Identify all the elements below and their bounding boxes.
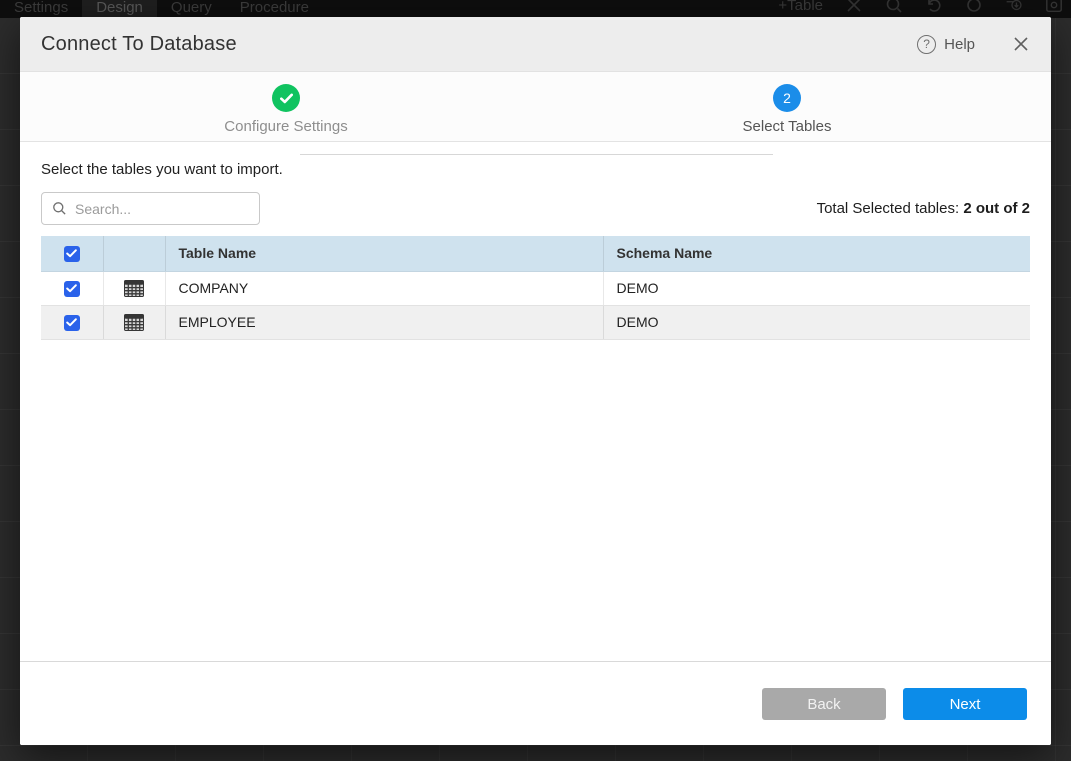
- table-row[interactable]: COMPANY DEMO: [41, 271, 1030, 305]
- table-name-cell: COMPANY: [165, 271, 603, 305]
- schema-name-column-header: Schema Name: [603, 236, 1030, 271]
- table-row[interactable]: EMPLOYEE DEMO: [41, 305, 1030, 339]
- camera-icon[interactable]: [1045, 0, 1063, 14]
- refresh-icon[interactable]: [965, 0, 983, 14]
- modal-header: Connect To Database ? Help: [20, 17, 1051, 72]
- connect-db-modal: Connect To Database ? Help Configure Set…: [20, 17, 1051, 745]
- step-completed-check-icon: [272, 84, 300, 112]
- step-number-badge: 2: [773, 84, 801, 112]
- bg-tab-procedure[interactable]: Procedure: [226, 0, 323, 18]
- close-icon[interactable]: [845, 0, 863, 14]
- help-button[interactable]: ? Help: [917, 35, 975, 54]
- modal-footer: Back Next: [20, 661, 1051, 745]
- modal-content: Select the tables you want to import. To…: [20, 142, 1051, 661]
- row-checkbox[interactable]: [64, 315, 80, 331]
- row-checkbox[interactable]: [64, 281, 80, 297]
- search-box: [41, 192, 260, 225]
- step-select-tables: 2 Select Tables: [687, 84, 887, 135]
- bg-tab-query[interactable]: Query: [157, 0, 226, 18]
- step-label: Configure Settings: [186, 118, 386, 135]
- schema-name-cell: DEMO: [603, 271, 1030, 305]
- icon-column-header: [103, 236, 165, 271]
- stepper: Configure Settings 2 Select Tables: [20, 72, 1051, 142]
- total-selected-text: Total Selected tables: 2 out of 2: [817, 200, 1030, 217]
- step-configure-settings: Configure Settings: [186, 84, 386, 135]
- next-button[interactable]: Next: [903, 688, 1027, 720]
- tables-grid: Table Name Schema Name COMPANY DEMO: [41, 236, 1030, 340]
- undo-icon[interactable]: [925, 0, 943, 14]
- search-icon[interactable]: [885, 0, 903, 14]
- download-icon[interactable]: [1005, 0, 1023, 14]
- background-topbar: Settings Design Query Procedure +Table: [0, 0, 1071, 18]
- db-table-icon: [124, 314, 144, 331]
- table-name-cell: EMPLOYEE: [165, 305, 603, 339]
- bg-tab-settings[interactable]: Settings: [0, 0, 82, 18]
- help-label: Help: [944, 36, 975, 53]
- modal-title: Connect To Database: [41, 33, 237, 56]
- search-input[interactable]: [75, 201, 249, 217]
- search-icon: [52, 201, 67, 216]
- bg-tab-design[interactable]: Design: [82, 0, 157, 18]
- table-name-column-header: Table Name: [165, 236, 603, 271]
- back-button[interactable]: Back: [762, 688, 886, 720]
- select-all-checkbox[interactable]: [64, 246, 80, 262]
- help-icon: ?: [917, 35, 936, 54]
- step-label: Select Tables: [687, 118, 887, 135]
- modal-close-icon[interactable]: [1011, 34, 1031, 54]
- add-table-button[interactable]: +Table: [778, 0, 823, 14]
- instruction-text: Select the tables you want to import.: [41, 161, 1030, 178]
- db-table-icon: [124, 280, 144, 297]
- total-selected-count: 2 out of 2: [963, 200, 1030, 217]
- schema-name-cell: DEMO: [603, 305, 1030, 339]
- table-header-row: Table Name Schema Name: [41, 236, 1030, 271]
